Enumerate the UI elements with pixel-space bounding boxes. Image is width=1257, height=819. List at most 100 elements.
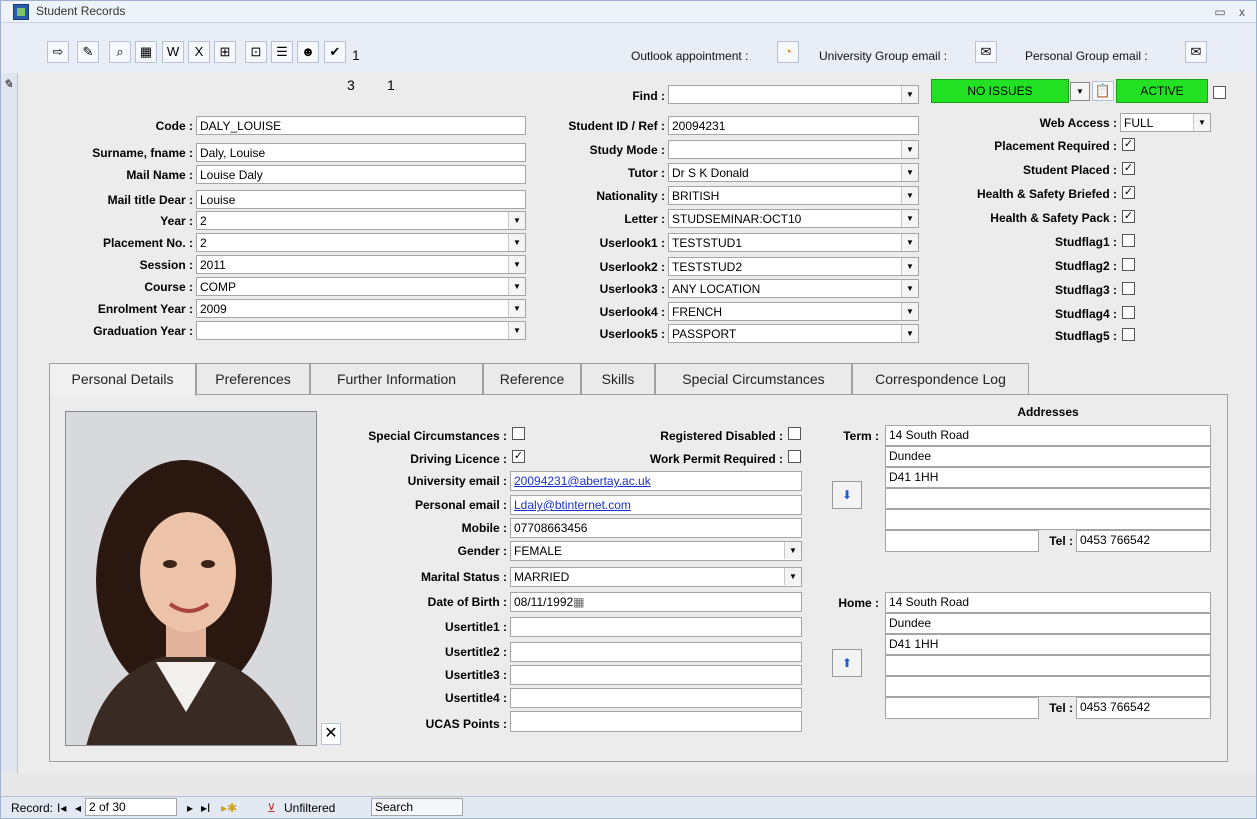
term-copy-button[interactable]: ⬇ <box>832 481 862 509</box>
term-address-line[interactable] <box>885 488 1211 509</box>
dropdown-arrow-icon[interactable]: ▼ <box>784 542 801 559</box>
field-combo[interactable]: FRENCH ▼ <box>668 302 919 321</box>
flag-checkbox[interactable] <box>1122 282 1135 295</box>
calendar-icon[interactable]: ▦ <box>135 41 157 63</box>
dropdown-arrow-icon[interactable]: ▼ <box>901 187 918 204</box>
dropdown-arrow-icon[interactable]: ▼ <box>901 325 918 342</box>
first-record-icon[interactable]: I◂ <box>57 801 66 815</box>
field-input[interactable]: Daly, Louise <box>196 143 526 162</box>
marital-status-combo[interactable]: MARRIED ▼ <box>510 567 802 587</box>
home-address-line[interactable]: 14 South Road <box>885 592 1211 613</box>
exit-icon[interactable]: ⇨ <box>47 41 69 63</box>
flag-checkbox[interactable]: ✓ <box>1122 186 1135 199</box>
ucas-points-field[interactable] <box>510 711 802 732</box>
tab-reference[interactable]: Reference <box>483 363 581 395</box>
flag-checkbox[interactable] <box>1122 234 1135 247</box>
issues-dropdown[interactable]: ▼ <box>1070 82 1090 101</box>
field-combo[interactable]: 2011 ▼ <box>196 255 526 274</box>
date-of-birth-field[interactable]: 08/11/1992▦ <box>510 592 802 612</box>
field-combo[interactable]: ANY LOCATION ▼ <box>668 279 919 298</box>
work-permit-checkbox[interactable] <box>788 450 801 463</box>
flag-checkbox[interactable] <box>1122 306 1135 319</box>
flag-checkbox[interactable]: ✓ <box>1122 210 1135 223</box>
dropdown-arrow-icon[interactable]: ▼ <box>901 86 918 103</box>
usertitle-field[interactable] <box>510 665 802 685</box>
registered-disabled-checkbox[interactable] <box>788 427 801 440</box>
university-email[interactable]: 20094231@abertay.ac.uk <box>510 471 802 491</box>
previous-record-icon[interactable]: ◂ <box>75 801 81 815</box>
term-address-line[interactable]: D41 1HH <box>885 467 1211 488</box>
field-combo[interactable]: ▼ <box>196 321 526 340</box>
dropdown-arrow-icon[interactable]: ▼ <box>901 141 918 158</box>
tab-special-circumstances[interactable]: Special Circumstances <box>655 363 852 395</box>
usertitle-field[interactable] <box>510 642 802 662</box>
home-address-extra[interactable] <box>885 697 1039 719</box>
dropdown-arrow-icon[interactable]: ▼ <box>901 234 918 251</box>
record-selector[interactable]: ✎ <box>1 73 18 773</box>
record-position[interactable]: 2 of 30 <box>85 798 177 816</box>
new-record-icon[interactable]: ▸✱ <box>221 801 237 815</box>
tab-personal-details[interactable]: Personal Details <box>49 363 196 396</box>
find-combo[interactable]: ▼ <box>668 85 919 104</box>
close-button[interactable]: x <box>1231 3 1253 21</box>
checklist-icon[interactable]: ✔ <box>324 41 346 63</box>
field-input[interactable]: Louise <box>196 190 526 209</box>
home-address-line[interactable] <box>885 655 1211 676</box>
flag-checkbox[interactable]: ✓ <box>1122 162 1135 175</box>
dropdown-arrow-icon[interactable]: ▼ <box>901 210 918 227</box>
field-combo[interactable]: 2 ▼ <box>196 211 526 230</box>
home-address-line[interactable]: Dundee <box>885 613 1211 634</box>
field-input[interactable]: Louise Daly <box>196 165 526 184</box>
field-combo[interactable]: 2009 ▼ <box>196 299 526 318</box>
term-address-line[interactable]: Dundee <box>885 446 1211 467</box>
field-input[interactable]: DALY_LOUISE <box>196 116 526 135</box>
mobile-field[interactable]: 07708663456 <box>510 518 802 538</box>
find-icon[interactable]: ⌕ <box>109 41 131 63</box>
term-tel-field[interactable]: 0453 766542 <box>1076 530 1211 552</box>
tab-skills[interactable]: Skills <box>581 363 655 395</box>
edit-pencil-icon[interactable]: ✎ <box>77 41 99 63</box>
calendar-picker-icon[interactable]: ▦ <box>573 595 584 609</box>
term-address-extra[interactable] <box>885 530 1039 552</box>
personal-email[interactable]: Ldaly@btinternet.com <box>510 495 802 515</box>
field-input[interactable]: 20094231 <box>668 116 919 135</box>
next-record-icon[interactable]: ▸ <box>187 801 193 815</box>
hierarchy-icon[interactable]: ⊞ <box>214 41 236 63</box>
dropdown-arrow-icon[interactable]: ▼ <box>901 258 918 275</box>
flag-checkbox[interactable] <box>1122 328 1135 341</box>
excel-icon[interactable]: X <box>188 41 210 63</box>
flag-checkbox[interactable] <box>1122 258 1135 271</box>
flag-checkbox[interactable]: ✓ <box>1122 138 1135 151</box>
archive-icon[interactable]: ⊡ <box>245 41 267 63</box>
last-record-icon[interactable]: ▸I <box>201 801 210 815</box>
properties-icon[interactable]: ☰ <box>271 41 293 63</box>
term-address-line[interactable] <box>885 509 1211 530</box>
field-combo[interactable]: 2 ▼ <box>196 233 526 252</box>
minimize-button[interactable]: ▭ <box>1209 3 1231 21</box>
usertitle-field[interactable] <box>510 617 802 637</box>
field-combo[interactable]: PASSPORT ▼ <box>668 324 919 343</box>
filter-status[interactable]: Unfiltered <box>284 801 335 815</box>
term-address-line[interactable]: 14 South Road <box>885 425 1211 446</box>
outlook-appointment-icon[interactable]: ◔ <box>777 41 799 63</box>
active-checkbox[interactable] <box>1213 86 1226 99</box>
home-tel-field[interactable]: 0453 766542 <box>1076 697 1211 719</box>
dropdown-arrow-icon[interactable]: ▼ <box>901 303 918 320</box>
uni-group-email-icon[interactable]: ✉ <box>975 41 997 63</box>
tab-preferences[interactable]: Preferences <box>196 363 310 395</box>
field-combo[interactable]: TESTSTUD2 ▼ <box>668 257 919 276</box>
tab-correspondence-log[interactable]: Correspondence Log <box>852 363 1029 395</box>
home-copy-button[interactable]: ⬆ <box>832 649 862 677</box>
personal-group-email-icon[interactable]: ✉ <box>1185 41 1207 63</box>
gender-combo[interactable]: FEMALE ▼ <box>510 541 802 561</box>
dropdown-arrow-icon[interactable]: ▼ <box>901 280 918 297</box>
special-circumstances-checkbox[interactable] <box>512 427 525 440</box>
field-combo[interactable]: STUDSEMINAR:OCT10 ▼ <box>668 209 919 228</box>
person-icon[interactable]: ☻ <box>297 41 319 63</box>
field-combo[interactable]: ▼ <box>668 140 919 159</box>
field-combo[interactable]: Dr S K Donald ▼ <box>668 163 919 182</box>
tab-further-information[interactable]: Further Information <box>310 363 483 395</box>
usertitle-field[interactable] <box>510 688 802 708</box>
home-address-line[interactable]: D41 1HH <box>885 634 1211 655</box>
clipboard-icon[interactable]: 📋 <box>1092 81 1114 101</box>
